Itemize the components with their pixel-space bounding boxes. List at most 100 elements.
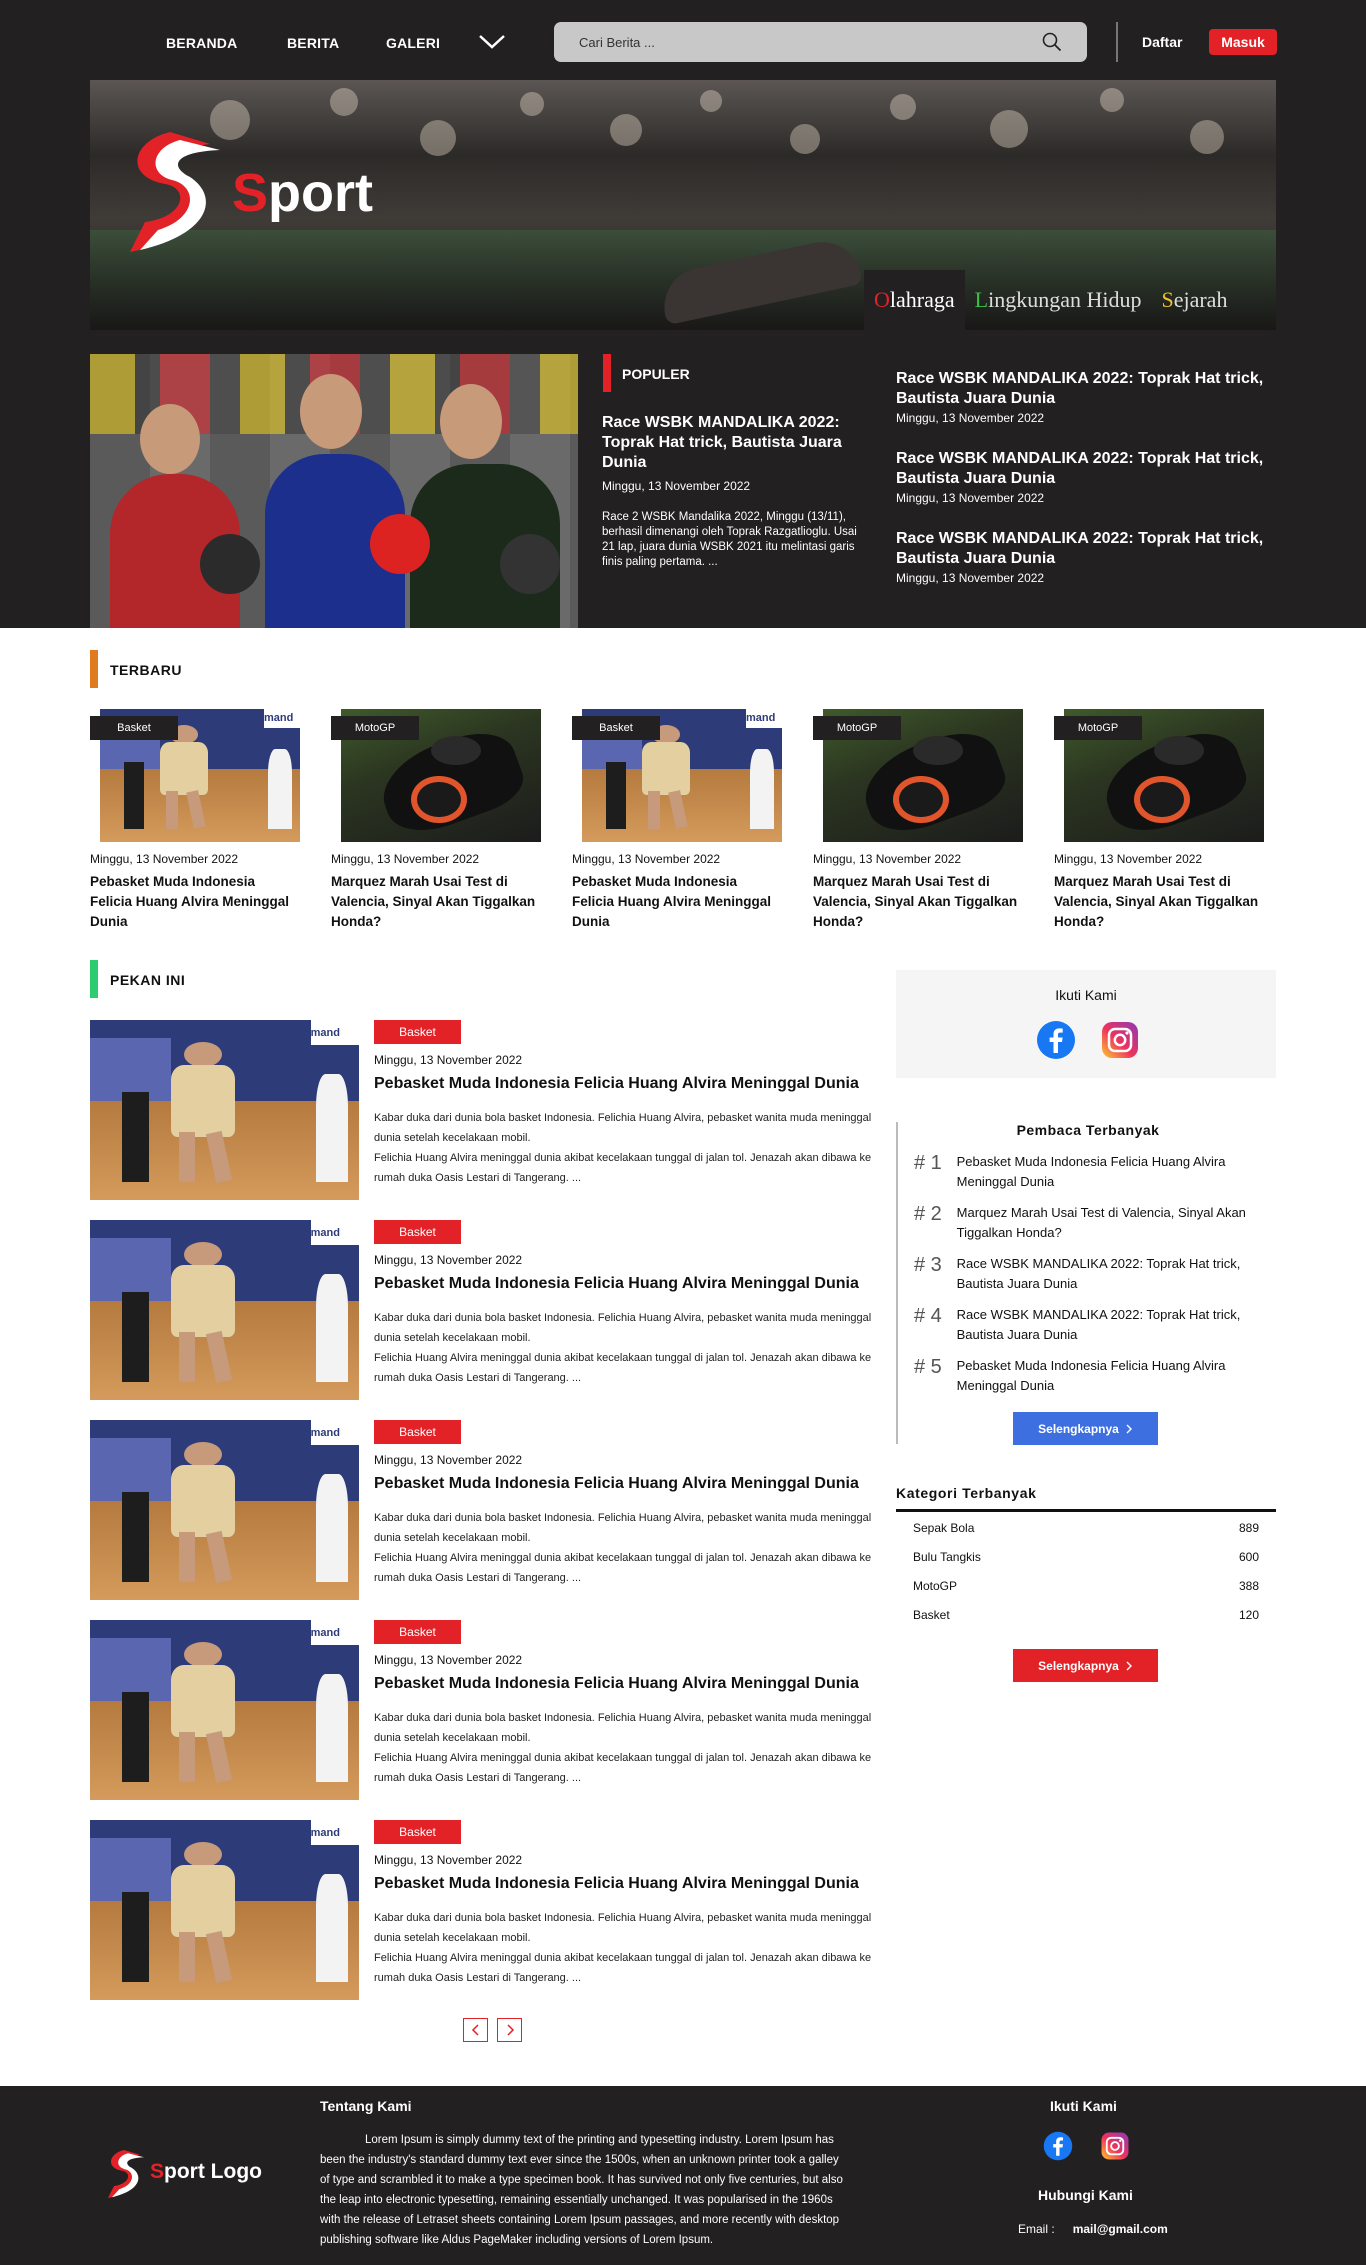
category-row[interactable]: Basket 120 [913,1608,1259,1622]
site-logo[interactable]: Sport [110,122,390,262]
week-item-desc: Kabar duka dari dunia bola basket Indone… [374,1312,872,1384]
popular-side-item[interactable]: Race WSBK MANDALIKA 2022: Toprak Hat tri… [896,529,1276,585]
most-read-title[interactable]: Race WSBK MANDALIKA 2022: Toprak Hat tri… [957,1254,1274,1294]
category-count: 120 [1238,1608,1259,1622]
week-item-image[interactable]: mand [90,1620,359,1800]
about-text: Lorem Ipsum is simply dummy text of the … [320,2134,843,2246]
week-item-title[interactable]: Pebasket Muda Indonesia Felicia Huang Al… [374,1475,859,1493]
category-badge[interactable]: Basket [374,1020,461,1044]
category-badge[interactable]: Basket [374,1620,461,1644]
instagram-icon[interactable] [1100,2131,1130,2161]
category-more-button[interactable]: Selengkapnya [1013,1649,1158,1682]
latest-accent-bar [90,650,98,688]
latest-card[interactable]: MotoGP Minggu, 13 November 2022 Marquez Ma… [1054,709,1264,932]
tab-sejarah[interactable]: Sejarah [1151,270,1237,330]
category-name[interactable]: Bulu Tangkis [913,1550,981,1564]
week-item-desc: Kabar duka dari dunia bola basket Indone… [374,1112,872,1184]
most-read-title[interactable]: Race WSBK MANDALIKA 2022: Toprak Hat tri… [957,1305,1274,1345]
facebook-icon[interactable] [1043,2131,1073,2161]
category-badge[interactable]: Basket [374,1820,461,1844]
category-badge[interactable]: Basket [90,716,178,740]
category-badge[interactable]: Basket [374,1420,461,1444]
latest-card-title[interactable]: Pebasket Muda Indonesia Felicia Huang Al… [572,872,777,932]
week-item[interactable]: mand Basket Minggu, 13 November 2022 Pebask… [90,1220,885,1400]
instagram-icon[interactable] [1100,1020,1140,1060]
tab-label: ingkungan Hidup [988,287,1142,312]
latest-card[interactable]: MotoGP Minggu, 13 November 2022 Marquez Ma… [813,709,1023,932]
category-name[interactable]: MotoGP [913,1579,957,1593]
footer-logo-text: Sport Logo [150,2160,262,2183]
week-item-image[interactable]: mand [90,1020,359,1200]
tab-label: lahraga [889,287,955,312]
week-item[interactable]: mand Basket Minggu, 13 November 2022 Pebask… [90,1620,885,1800]
prev-page-button[interactable] [463,2018,488,2042]
category-badge[interactable]: MotoGP [331,716,419,740]
category-badge[interactable]: MotoGP [813,716,901,740]
week-item-title[interactable]: Pebasket Muda Indonesia Felicia Huang Al… [374,1075,859,1093]
register-link[interactable]: Daftar [1142,34,1182,50]
week-item-date: Minggu, 13 November 2022 [374,1053,523,1067]
latest-card-title[interactable]: Marquez Marah Usai Test di Valencia, Sin… [1054,872,1259,932]
nav-berita[interactable]: BERITA [287,35,339,51]
latest-card-title[interactable]: Marquez Marah Usai Test di Valencia, Sin… [331,872,536,932]
most-read-item[interactable]: # 1 Pebasket Muda Indonesia Felicia Huang… [914,1152,1274,1192]
latest-card[interactable]: mand Basket Minggu, 13 November 2022 Pebask… [572,709,782,932]
follow-heading: Ikuti Kami [1055,987,1117,1003]
popular-side-title[interactable]: Race WSBK MANDALIKA 2022: Toprak Hat tri… [896,449,1276,489]
nav-galeri[interactable]: GALERI [386,35,440,51]
next-page-button[interactable] [497,2018,522,2042]
facebook-icon[interactable] [1036,1020,1076,1060]
chevron-down-icon[interactable] [478,33,506,51]
week-item[interactable]: mand Basket Minggu, 13 November 2022 Pebask… [90,1020,885,1200]
category-row[interactable]: Bulu Tangkis 600 [913,1550,1259,1564]
login-button[interactable]: Masuk [1209,29,1277,55]
latest-card[interactable]: mand Basket Minggu, 13 November 2022 Pebask… [90,709,300,932]
chevron-left-icon [471,2024,479,2036]
category-name[interactable]: Sepak Bola [913,1521,974,1535]
most-read-item[interactable]: # 2 Marquez Marah Usai Test di Valencia, … [914,1203,1274,1243]
most-read-title[interactable]: Marquez Marah Usai Test di Valencia, Sin… [957,1203,1274,1243]
latest-card-title[interactable]: Pebasket Muda Indonesia Felicia Huang Al… [90,872,295,932]
tab-olahraga[interactable]: Olahraga [864,270,965,330]
popular-side-item[interactable]: Race WSBK MANDALIKA 2022: Toprak Hat tri… [896,369,1276,425]
most-read-item[interactable]: # 3 Race WSBK MANDALIKA 2022: Toprak Hat … [914,1254,1274,1294]
week-item-title[interactable]: Pebasket Muda Indonesia Felicia Huang Al… [374,1875,859,1893]
week-item-image[interactable]: mand [90,1820,359,2000]
week-item[interactable]: mand Basket Minggu, 13 November 2022 Pebask… [90,1820,885,2000]
email-value[interactable]: mail@gmail.com [1073,2222,1168,2236]
most-read-more-button[interactable]: Selengkapnya [1013,1412,1158,1445]
search-input[interactable]: Cari Berita ... [554,22,1087,62]
popular-title[interactable]: Race WSBK MANDALIKA 2022: Toprak Hat tri… [602,413,852,473]
week-item-title[interactable]: Pebasket Muda Indonesia Felicia Huang Al… [374,1675,859,1693]
popular-side-title[interactable]: Race WSBK MANDALIKA 2022: Toprak Hat tri… [896,529,1276,569]
popular-side-date: Minggu, 13 November 2022 [896,411,1045,425]
category-name[interactable]: Basket [913,1608,950,1622]
popular-side-title[interactable]: Race WSBK MANDALIKA 2022: Toprak Hat tri… [896,369,1276,409]
category-badge[interactable]: MotoGP [1054,716,1142,740]
latest-card-title[interactable]: Marquez Marah Usai Test di Valencia, Sin… [813,872,1018,932]
tab-lingkungan-hidup[interactable]: Lingkungan Hidup [965,270,1152,330]
week-item-image[interactable]: mand [90,1420,359,1600]
popular-side-item[interactable]: Race WSBK MANDALIKA 2022: Toprak Hat tri… [896,449,1276,505]
week-item[interactable]: mand Basket Minggu, 13 November 2022 Pebask… [90,1420,885,1600]
search-icon[interactable] [1042,32,1062,52]
category-badge[interactable]: Basket [374,1220,461,1244]
popular-image[interactable] [90,354,578,628]
footer-logo[interactable]: Sport Logo [98,2146,288,2202]
category-badge[interactable]: Basket [572,716,660,740]
most-read-item[interactable]: # 4 Race WSBK MANDALIKA 2022: Toprak Hat … [914,1305,1274,1345]
most-read-item[interactable]: # 5 Pebasket Muda Indonesia Felicia Huang… [914,1356,1274,1396]
nav-beranda[interactable]: BERANDA [166,35,237,51]
rank-number: # 2 [914,1203,942,1225]
week-item-date: Minggu, 13 November 2022 [374,1653,523,1667]
most-read-title[interactable]: Pebasket Muda Indonesia Felicia Huang Al… [957,1356,1274,1396]
category-row[interactable]: Sepak Bola 889 [913,1521,1259,1535]
week-item-title[interactable]: Pebasket Muda Indonesia Felicia Huang Al… [374,1275,859,1293]
category-row[interactable]: MotoGP 388 [913,1579,1259,1593]
latest-card[interactable]: MotoGP Minggu, 13 November 2022 Marquez Ma… [331,709,541,932]
rank-number: # 3 [914,1254,942,1276]
latest-card-date: Minggu, 13 November 2022 [1054,852,1203,866]
week-item-image[interactable]: mand [90,1220,359,1400]
search-placeholder: Cari Berita ... [579,34,655,50]
most-read-title[interactable]: Pebasket Muda Indonesia Felicia Huang Al… [957,1152,1274,1192]
